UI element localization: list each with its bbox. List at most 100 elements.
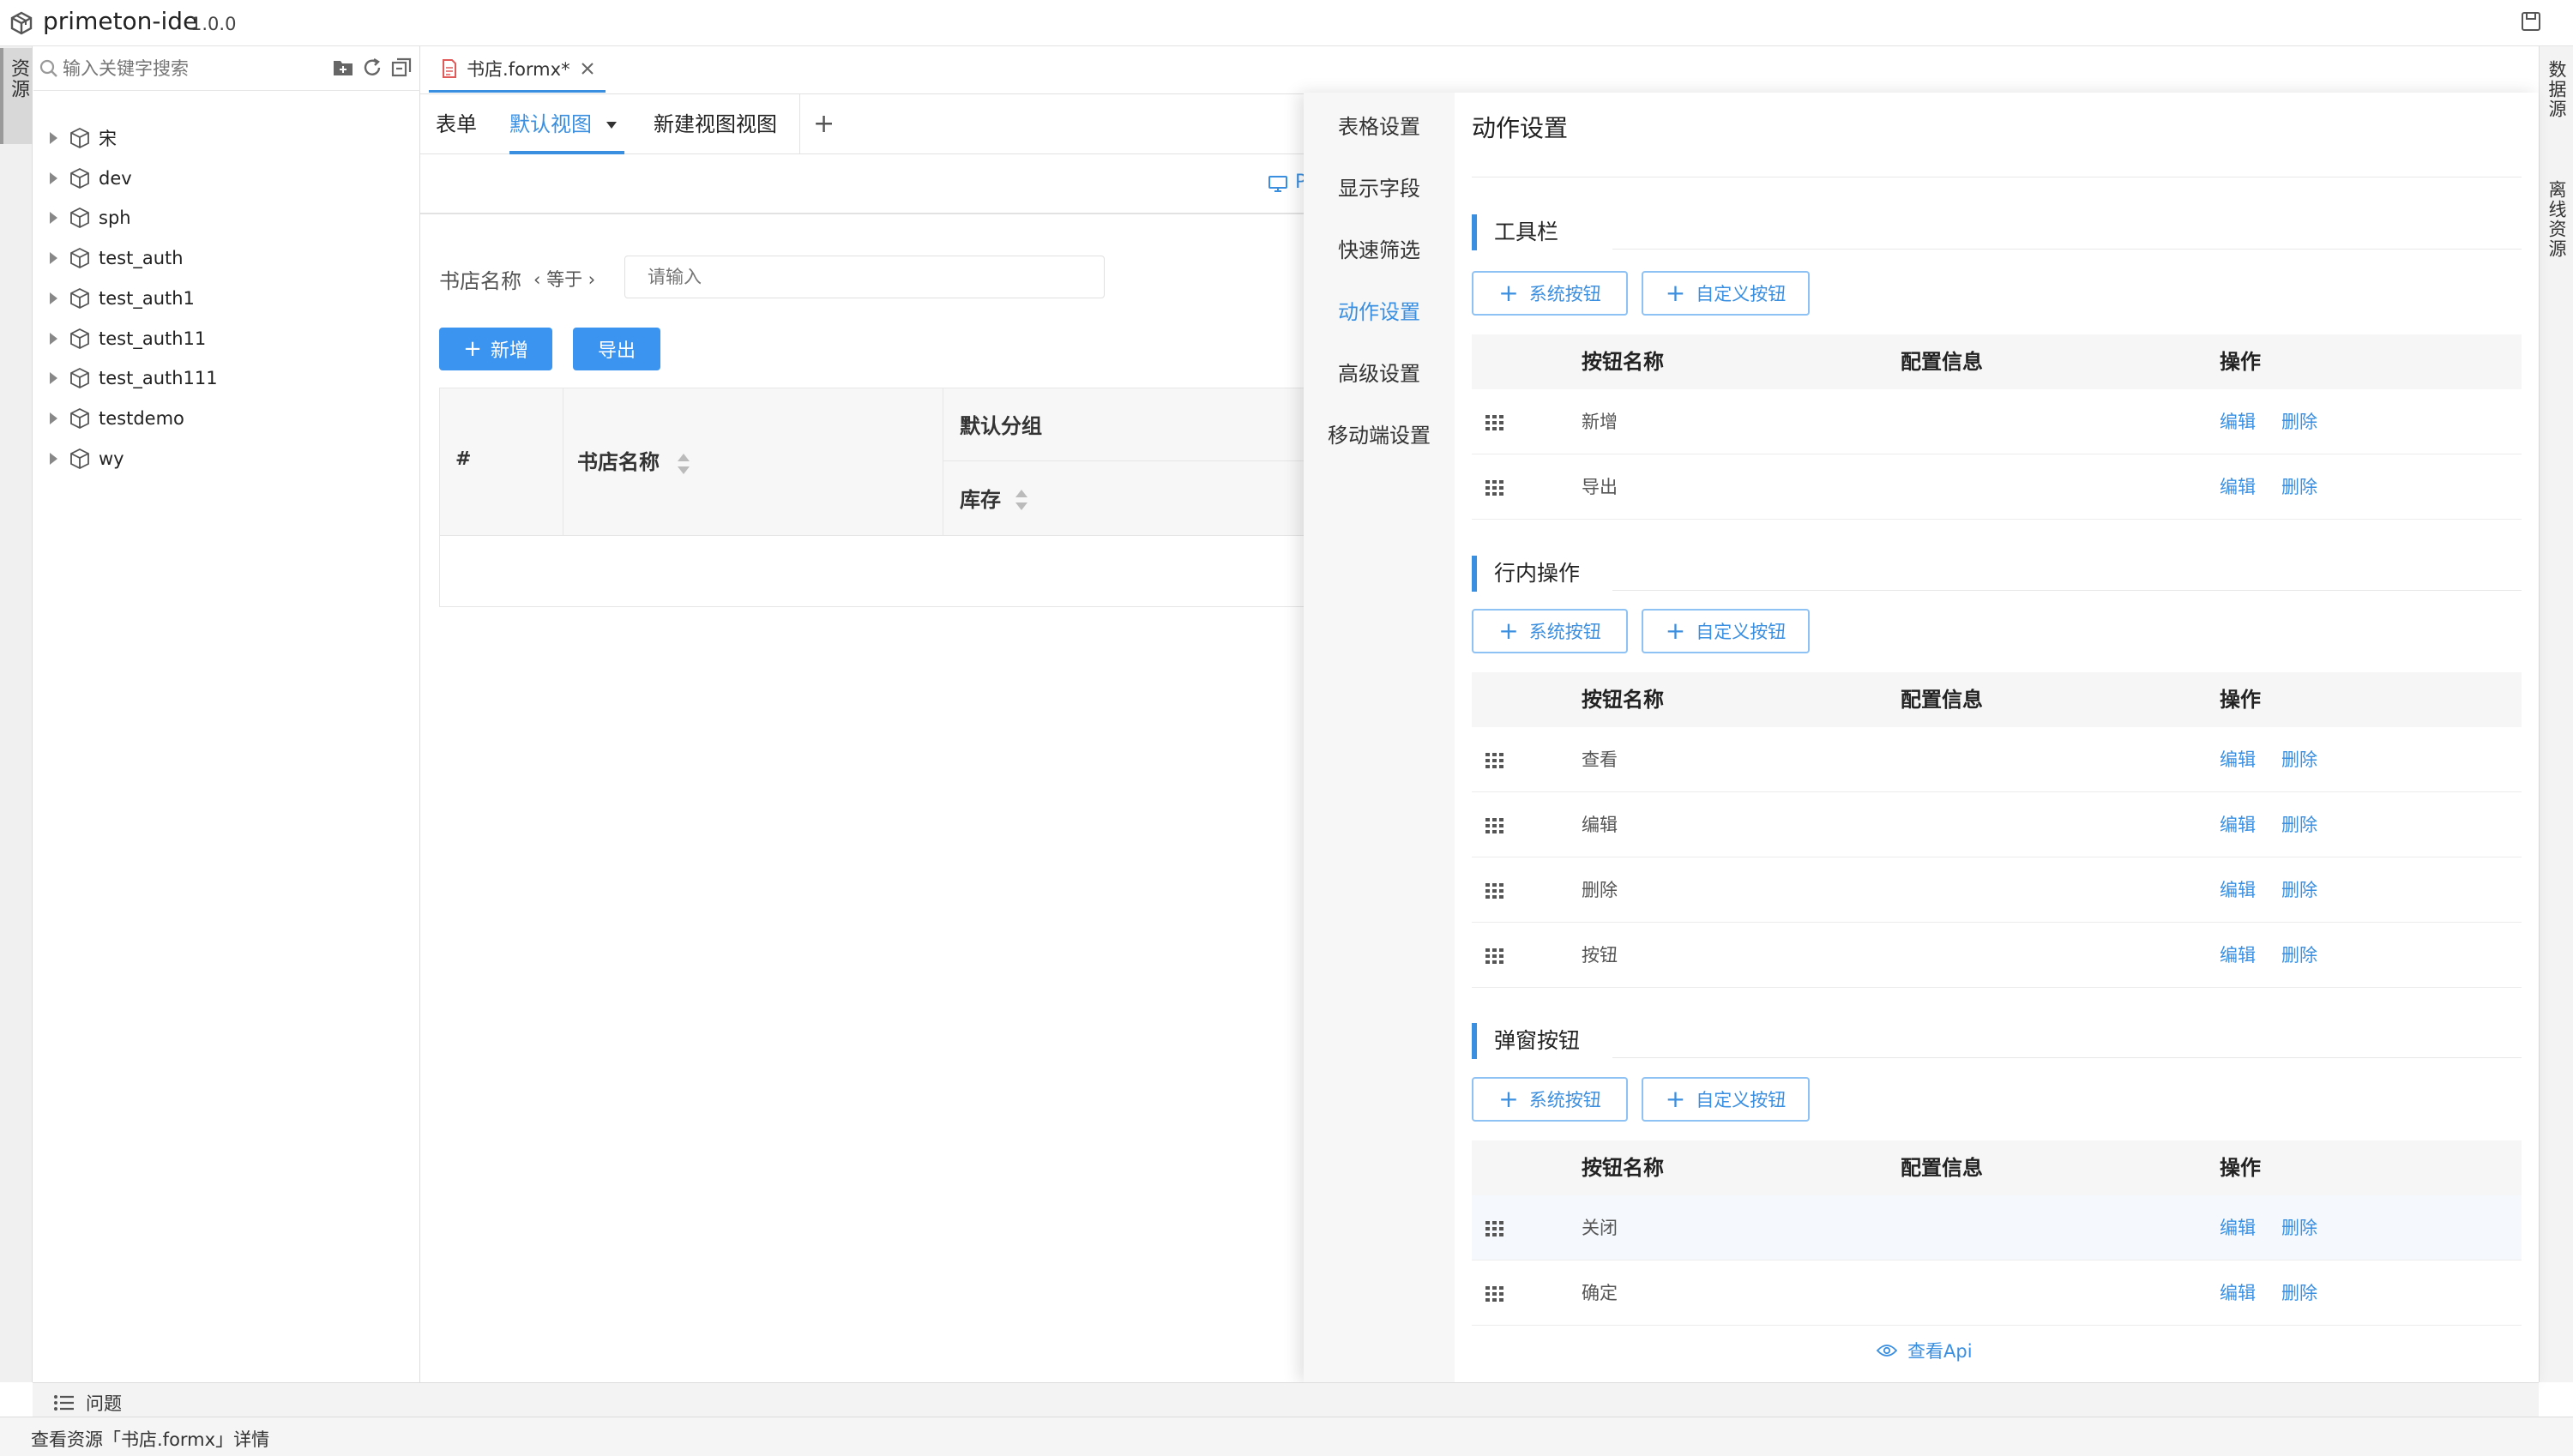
edit-link[interactable]: 编辑 bbox=[2220, 923, 2256, 988]
tab-default-view[interactable]: 默认视图 bbox=[509, 94, 624, 154]
drag-handle-icon[interactable] bbox=[1485, 818, 1504, 833]
expand-arrow-icon[interactable] bbox=[50, 252, 57, 265]
actions-table-header: 按钮名称 配置信息 操作 bbox=[1472, 672, 2522, 727]
tree-item[interactable]: sph bbox=[40, 198, 131, 238]
table-header bbox=[440, 388, 1306, 536]
drag-handle-icon[interactable] bbox=[1485, 948, 1504, 964]
delete-link[interactable]: 删除 bbox=[2281, 454, 2317, 520]
system-button-label: 系统按钮 bbox=[1528, 1090, 1601, 1110]
menu-table-settings[interactable]: 表格设置 bbox=[1304, 110, 1455, 140]
plus-icon: + bbox=[463, 336, 482, 362]
expand-arrow-icon[interactable] bbox=[50, 372, 57, 385]
tree-item[interactable]: test_auth bbox=[40, 238, 184, 278]
resource-tab[interactable]: 资源 bbox=[0, 48, 33, 144]
system-button-label: 系统按钮 bbox=[1528, 284, 1601, 304]
expand-arrow-icon[interactable] bbox=[50, 452, 57, 465]
dropdown-caret-icon[interactable] bbox=[606, 121, 618, 129]
col-operations: 操作 bbox=[2220, 1156, 2261, 1180]
close-icon[interactable] bbox=[581, 62, 594, 75]
view-api-link[interactable]: 查看Api bbox=[1877, 1338, 1973, 1363]
edit-link[interactable]: 编辑 bbox=[2220, 857, 2256, 923]
tree-item[interactable]: dev bbox=[40, 159, 132, 198]
filter-input[interactable] bbox=[624, 256, 1105, 298]
refresh-icon[interactable] bbox=[361, 57, 383, 79]
menu-action-settings[interactable]: 动作设置 bbox=[1304, 295, 1455, 325]
delete-link[interactable]: 删除 bbox=[2281, 389, 2317, 454]
expand-arrow-icon[interactable] bbox=[50, 212, 57, 225]
filter-operator[interactable]: ‹ 等于 › bbox=[533, 266, 595, 292]
drag-handle-icon[interactable] bbox=[1485, 1286, 1504, 1302]
menu-mobile-settings[interactable]: 移动端设置 bbox=[1304, 418, 1455, 448]
edit-link[interactable]: 编辑 bbox=[2220, 454, 2256, 520]
col-button-name: 按钮名称 bbox=[1582, 688, 1664, 712]
problems-tab[interactable]: 问题 bbox=[53, 1390, 122, 1416]
sort-icon[interactable] bbox=[675, 452, 692, 476]
activity-bar-left: 资源 bbox=[0, 46, 33, 1382]
custom-button-add[interactable]: + 自定义按钮 bbox=[1642, 609, 1810, 653]
section-title: 弹窗按钮 bbox=[1472, 1023, 1581, 1059]
sort-icon[interactable] bbox=[1013, 488, 1030, 512]
section-title: 工具栏 bbox=[1472, 214, 1559, 250]
tab-new-view[interactable]: 新建视图视图 bbox=[654, 94, 777, 154]
tree-item[interactable]: test_auth111 bbox=[40, 358, 218, 398]
offline-resource-tab[interactable]: 离线资源 bbox=[2540, 175, 2573, 259]
drag-handle-icon[interactable] bbox=[1485, 753, 1504, 768]
tree-item-label: test_auth111 bbox=[99, 368, 218, 389]
module-cube-icon bbox=[68, 206, 92, 230]
expand-arrow-icon[interactable] bbox=[50, 332, 57, 345]
add-button[interactable]: + 新增 bbox=[439, 328, 552, 370]
save-icon[interactable] bbox=[2520, 10, 2542, 33]
col-config-info: 配置信息 bbox=[1901, 350, 1983, 374]
tree-item[interactable]: test_auth1 bbox=[40, 279, 195, 318]
search-input[interactable] bbox=[63, 53, 320, 84]
plus-icon: + bbox=[1498, 1085, 1519, 1113]
tree-item[interactable]: wy bbox=[40, 439, 124, 478]
edit-link[interactable]: 编辑 bbox=[2220, 792, 2256, 857]
drag-handle-icon[interactable] bbox=[1485, 415, 1504, 430]
menu-quick-filter[interactable]: 快速筛选 bbox=[1304, 233, 1455, 263]
problems-label: 问题 bbox=[86, 1393, 122, 1414]
expand-arrow-icon[interactable] bbox=[50, 171, 57, 184]
status-bar: 查看资源「书店.formx」详情 bbox=[0, 1417, 2573, 1456]
expand-arrow-icon[interactable] bbox=[50, 292, 57, 304]
col-name-header[interactable]: 书店名称 bbox=[577, 445, 660, 475]
edit-link[interactable]: 编辑 bbox=[2220, 1260, 2256, 1326]
tree-item-label: sph bbox=[99, 208, 131, 229]
plus-icon: + bbox=[1665, 279, 1686, 307]
expand-arrow-icon[interactable] bbox=[50, 132, 57, 144]
tab-form[interactable]: 表单 bbox=[436, 94, 477, 154]
system-button-label: 系统按钮 bbox=[1528, 622, 1601, 642]
menu-advanced-settings[interactable]: 高级设置 bbox=[1304, 357, 1455, 387]
file-tab[interactable]: 书店.formx* bbox=[429, 46, 606, 93]
pc-device-icon[interactable] bbox=[1268, 175, 1288, 194]
tree-item[interactable]: testdemo bbox=[40, 399, 184, 438]
delete-link[interactable]: 删除 bbox=[2281, 857, 2317, 923]
tree-item[interactable]: 宋 bbox=[40, 118, 117, 158]
system-button-add[interactable]: + 系统按钮 bbox=[1472, 271, 1628, 316]
col-stock-header[interactable]: 库存 bbox=[960, 483, 1001, 513]
system-button-add[interactable]: + 系统按钮 bbox=[1472, 1077, 1628, 1122]
expand-arrow-icon[interactable] bbox=[50, 412, 57, 424]
status-text: 查看资源「书店.formx」详情 bbox=[31, 1429, 270, 1450]
datasource-tab[interactable]: 数据源 bbox=[2540, 55, 2573, 119]
system-button-add[interactable]: + 系统按钮 bbox=[1472, 609, 1628, 653]
delete-link[interactable]: 删除 bbox=[2281, 1195, 2317, 1260]
new-folder-icon[interactable] bbox=[332, 57, 354, 78]
collapse-all-icon[interactable] bbox=[390, 57, 413, 79]
edit-link[interactable]: 编辑 bbox=[2220, 1195, 2256, 1260]
drag-handle-icon[interactable] bbox=[1485, 1221, 1504, 1236]
menu-display-fields[interactable]: 显示字段 bbox=[1304, 171, 1455, 202]
drag-handle-icon[interactable] bbox=[1485, 883, 1504, 899]
edit-link[interactable]: 编辑 bbox=[2220, 389, 2256, 454]
tree-item[interactable]: test_auth11 bbox=[40, 319, 206, 358]
export-button[interactable]: 导出 bbox=[573, 328, 660, 370]
drag-handle-icon[interactable] bbox=[1485, 480, 1504, 496]
delete-link[interactable]: 删除 bbox=[2281, 792, 2317, 857]
edit-link[interactable]: 编辑 bbox=[2220, 727, 2256, 792]
delete-link[interactable]: 删除 bbox=[2281, 727, 2317, 792]
delete-link[interactable]: 删除 bbox=[2281, 1260, 2317, 1326]
custom-button-add[interactable]: + 自定义按钮 bbox=[1642, 1077, 1810, 1122]
delete-link[interactable]: 删除 bbox=[2281, 923, 2317, 988]
custom-button-add[interactable]: + 自定义按钮 bbox=[1642, 271, 1810, 316]
add-view-button[interactable]: + bbox=[813, 94, 835, 154]
